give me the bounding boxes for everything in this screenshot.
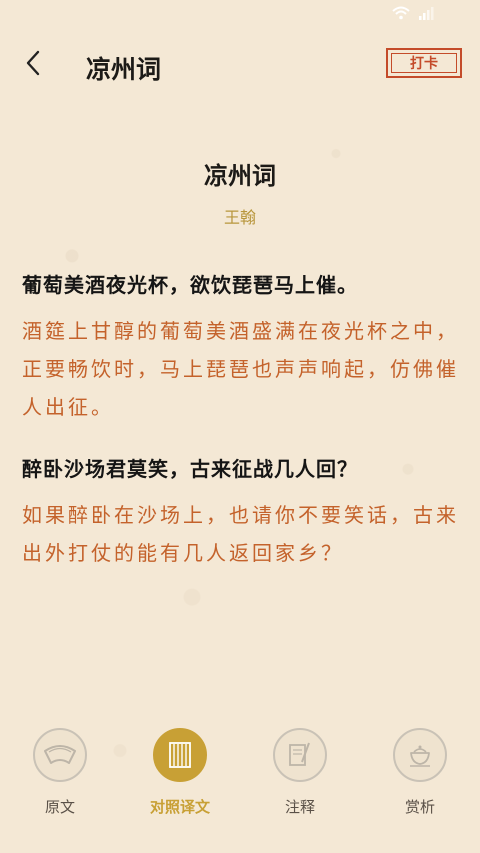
translation-text: 如果醉卧在沙场上，也请你不要笑话，古来出外打仗的能有几人返回家乡？	[22, 503, 459, 565]
wifi-icon	[392, 6, 410, 20]
back-button[interactable]	[18, 48, 48, 78]
nav-item-translation[interactable]: 对照译文	[120, 728, 240, 817]
nav-icon-circle	[273, 728, 327, 782]
nav-label: 注释	[284, 798, 315, 816]
poem-title: 凉州词	[204, 161, 276, 190]
nav-label: 赏析	[404, 798, 435, 816]
header: 凉州词 打卡	[0, 38, 480, 92]
nav-label: 原文	[44, 798, 75, 816]
nav-item-original[interactable]: 原文	[0, 728, 120, 817]
bamboo-scroll-icon	[169, 742, 191, 768]
checkin-button[interactable]: 打卡	[386, 48, 462, 78]
page-title: 凉州词	[86, 55, 162, 84]
nav-item-appreciation[interactable]: 赏析	[360, 728, 480, 817]
status-bar	[0, 0, 480, 26]
stanza: 葡萄美酒夜光杯，欲饮琵琶马上催。 酒筵上甘醇的葡萄美酒盛满在夜光杯之中，正要畅饮…	[22, 268, 464, 426]
brush-paper-icon	[289, 742, 310, 766]
nav-icon-circle	[393, 728, 447, 782]
nav-icon-circle	[153, 728, 207, 782]
nav-label: 对照译文	[149, 798, 210, 816]
poem-content: 葡萄美酒夜光杯，欲饮琵琶马上催。 酒筵上甘醇的葡萄美酒盛满在夜光杯之中，正要畅饮…	[22, 268, 464, 598]
signal-icon	[419, 7, 434, 20]
status-icons	[392, 6, 436, 20]
stanza: 醉卧沙场君莫笑，古来征战几人回？ 如果醉卧在沙场上，也请你不要笑话，古来出外打仗…	[22, 452, 464, 572]
nav-item-notes[interactable]: 注释	[240, 728, 360, 817]
verse-line: 醉卧沙场君莫笑，古来征战几人回？	[22, 457, 358, 481]
poem-author: 王翰	[223, 208, 256, 227]
tea-cup-icon	[410, 745, 430, 767]
translation-text: 酒筵上甘醇的葡萄美酒盛满在夜光杯之中，正要畅饮时，马上琵琶也声声响起，仿佛催人出…	[22, 319, 459, 419]
verse-line: 葡萄美酒夜光杯，欲饮琵琶马上催。	[22, 273, 358, 297]
chevron-left-icon	[26, 50, 40, 76]
fan-icon	[44, 745, 76, 764]
nav-icon-circle	[33, 728, 87, 782]
bottom-nav: 原文 对照译文 注释 赏析	[0, 728, 480, 828]
checkin-label: 打卡	[410, 56, 438, 72]
